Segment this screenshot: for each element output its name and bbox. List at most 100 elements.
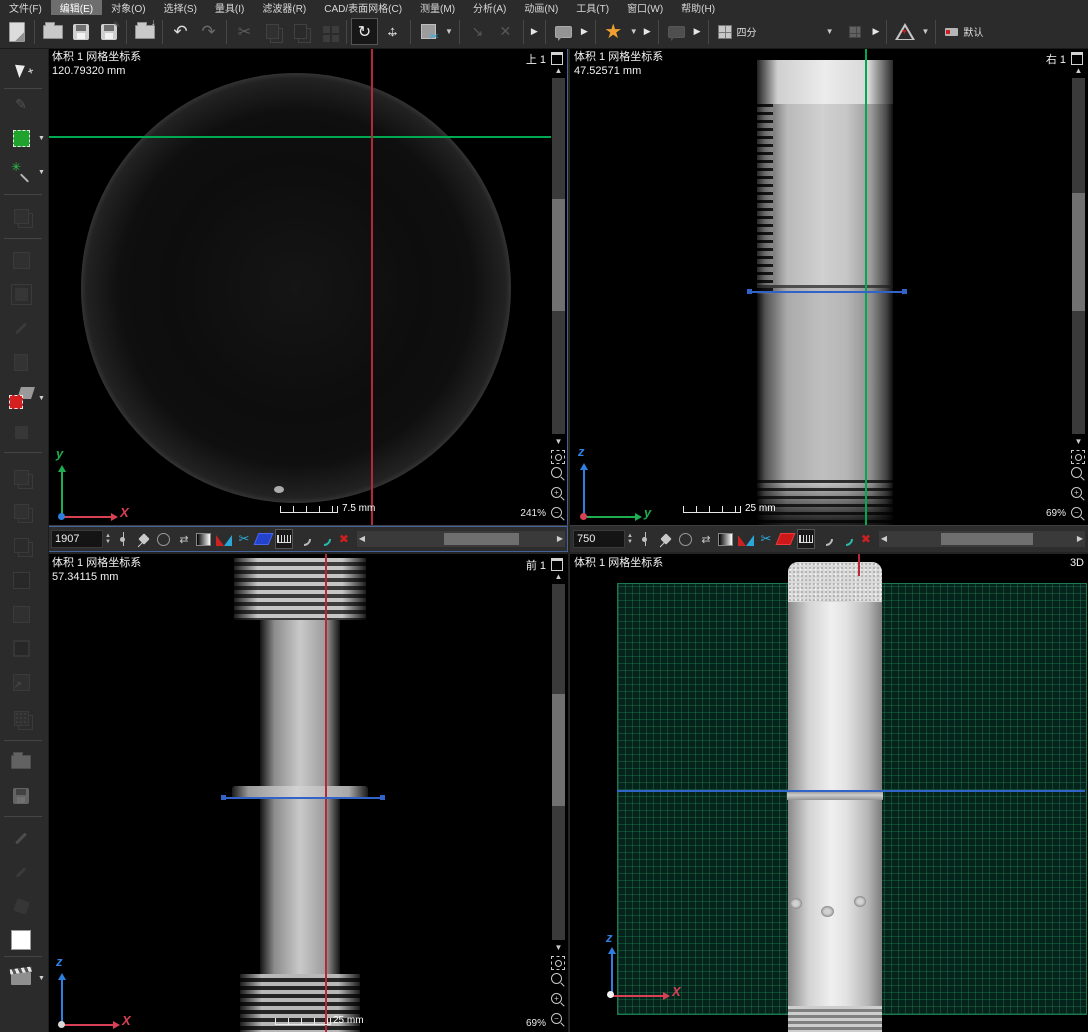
- flip-slice-button[interactable]: [175, 529, 193, 549]
- layout-alt-button[interactable]: [842, 18, 869, 45]
- grayscale-button[interactable]: [195, 529, 213, 549]
- hscroll-left-arrow[interactable]: [357, 531, 367, 547]
- pin-slice-button[interactable]: [657, 529, 675, 549]
- scrollbar-up-arrow[interactable]: [1071, 65, 1086, 77]
- menu-help[interactable]: 帮助(H): [672, 0, 724, 16]
- menu-file[interactable]: 文件(F): [0, 0, 51, 16]
- rect-select-dropdown[interactable]: [38, 124, 48, 152]
- zoom-in-button[interactable]: [551, 993, 566, 1008]
- animation-clapper-tool[interactable]: [3, 964, 39, 992]
- slice-line-blue-h[interactable]: [222, 797, 384, 799]
- menu-tools[interactable]: 工具(T): [567, 0, 618, 16]
- slice-spinner[interactable]: [627, 533, 633, 545]
- ruler-toggle-button[interactable]: [797, 529, 815, 549]
- zoom-out-button[interactable]: [551, 1013, 566, 1028]
- clip-slice-button[interactable]: [757, 529, 775, 549]
- slice-line-green-h[interactable]: [48, 136, 551, 138]
- preset-combo[interactable]: 默认: [940, 21, 988, 43]
- new-file-button[interactable]: [3, 18, 30, 45]
- slice-line-red-v[interactable]: [325, 554, 327, 1032]
- magic-wand-dropdown[interactable]: [38, 158, 48, 186]
- menu-animation[interactable]: 动画(N): [515, 0, 567, 16]
- slice-plane-button[interactable]: [255, 529, 273, 549]
- pin-slice-button[interactable]: [135, 529, 153, 549]
- play-expand-5[interactable]: [873, 26, 880, 37]
- scrollbar-up-arrow[interactable]: [551, 65, 566, 77]
- ramp-button[interactable]: [215, 529, 233, 549]
- zoom-region-button[interactable]: [1071, 467, 1086, 482]
- import-button[interactable]: [131, 18, 158, 45]
- hscroll-right-arrow[interactable]: [1075, 531, 1085, 547]
- slice-line-blue-h[interactable]: [748, 291, 906, 293]
- clapper-dropdown[interactable]: [38, 964, 48, 992]
- horizontal-scrollbar[interactable]: [879, 531, 1085, 547]
- zoom-region-button[interactable]: [551, 467, 566, 482]
- maximize-viewport-button[interactable]: [551, 52, 563, 65]
- spin-down-icon[interactable]: [105, 539, 111, 545]
- viewport-right[interactable]: 体积 1 网格坐标系 47.52571 mm 右 1 z y 25 mm 69%: [570, 48, 1088, 552]
- layout-dropdown-caret[interactable]: [826, 27, 834, 36]
- move-tool[interactable]: [3, 56, 39, 84]
- grayscale-button[interactable]: [717, 529, 735, 549]
- save-button[interactable]: [67, 18, 94, 45]
- viewport-top[interactable]: 体积 1 网格坐标系 120.79320 mm 上 1 y X 7.5 mm 2…: [48, 48, 568, 552]
- slice-line-blue-h[interactable]: [617, 790, 1085, 792]
- magic-wand-tool[interactable]: [3, 158, 39, 186]
- maximize-viewport-button[interactable]: [1071, 52, 1083, 65]
- zoom-out-button[interactable]: [1071, 507, 1086, 522]
- fit-view-button[interactable]: [551, 450, 565, 464]
- viewport-front[interactable]: 体积 1 网格坐标系 57.34115 mm 前 1 z X 25 mm 69%: [48, 554, 568, 1032]
- spline-tool-button[interactable]: [837, 529, 855, 549]
- scrollbar-down-arrow[interactable]: [1071, 436, 1086, 448]
- play-expand-4[interactable]: [694, 26, 701, 37]
- slice-slider-button[interactable]: [115, 529, 133, 549]
- scrollbar-down-arrow[interactable]: [551, 942, 566, 954]
- ruler-toggle-button[interactable]: [275, 529, 293, 549]
- menu-object[interactable]: 对象(O): [102, 0, 154, 16]
- bookmark-button[interactable]: [600, 18, 627, 45]
- scrollbar-down-arrow[interactable]: [551, 436, 566, 448]
- bookmark-dropdown-caret[interactable]: [630, 27, 638, 36]
- delete-curve-button[interactable]: [335, 529, 353, 549]
- spline-tool-button[interactable]: [315, 529, 333, 549]
- vertical-scrollbar-thumb[interactable]: [552, 694, 565, 806]
- slice-plane-button[interactable]: [777, 529, 795, 549]
- hscroll-left-arrow[interactable]: [879, 531, 889, 547]
- menu-filters[interactable]: 滤波器(R): [253, 0, 315, 16]
- layout-combo[interactable]: 四分: [713, 21, 841, 43]
- pyramid-dropdown-caret[interactable]: [921, 27, 929, 36]
- menu-edit[interactable]: 编辑(E): [51, 0, 102, 16]
- spin-down-icon[interactable]: [627, 539, 633, 545]
- slice-line-green-v[interactable]: [865, 48, 867, 526]
- extract-roi-tool[interactable]: [3, 384, 39, 412]
- menu-cad-mesh[interactable]: CAD/表面网格(C): [315, 0, 411, 16]
- clip-box-button[interactable]: [415, 18, 442, 45]
- save-edit-button[interactable]: [95, 18, 122, 45]
- undo-button[interactable]: [167, 18, 194, 45]
- hscroll-thumb[interactable]: [444, 533, 519, 545]
- play-expand-2[interactable]: [581, 26, 588, 37]
- color-swatch[interactable]: [3, 926, 39, 954]
- menu-window[interactable]: 窗口(W): [618, 0, 672, 16]
- slice-slider-button[interactable]: [637, 529, 655, 549]
- pyramid-view-button[interactable]: [891, 18, 918, 45]
- viewport-3d[interactable]: 体积 1 网格坐标系 3D z X: [570, 554, 1088, 1032]
- maximize-viewport-button[interactable]: [551, 558, 563, 571]
- zoom-region-button[interactable]: [551, 973, 566, 988]
- zoom-in-button[interactable]: [551, 487, 566, 502]
- fit-view-button[interactable]: [551, 956, 565, 970]
- pan-tool-button[interactable]: [379, 18, 406, 45]
- extract-roi-dropdown[interactable]: [38, 384, 48, 412]
- annotation-button[interactable]: [550, 18, 577, 45]
- menu-analysis[interactable]: 分析(A): [464, 0, 515, 16]
- rect-select-tool[interactable]: [3, 124, 39, 152]
- menu-measure[interactable]: 测量(M): [411, 0, 464, 16]
- open-button[interactable]: [39, 18, 66, 45]
- slice-spinner[interactable]: [105, 533, 111, 545]
- curve-tool-button[interactable]: [295, 529, 313, 549]
- menu-select[interactable]: 选择(S): [155, 0, 206, 16]
- slice-number-input[interactable]: [573, 530, 625, 548]
- flip-slice-button[interactable]: [697, 529, 715, 549]
- ellipse-mode-button[interactable]: [155, 529, 173, 549]
- slice-line-red-v[interactable]: [371, 48, 373, 526]
